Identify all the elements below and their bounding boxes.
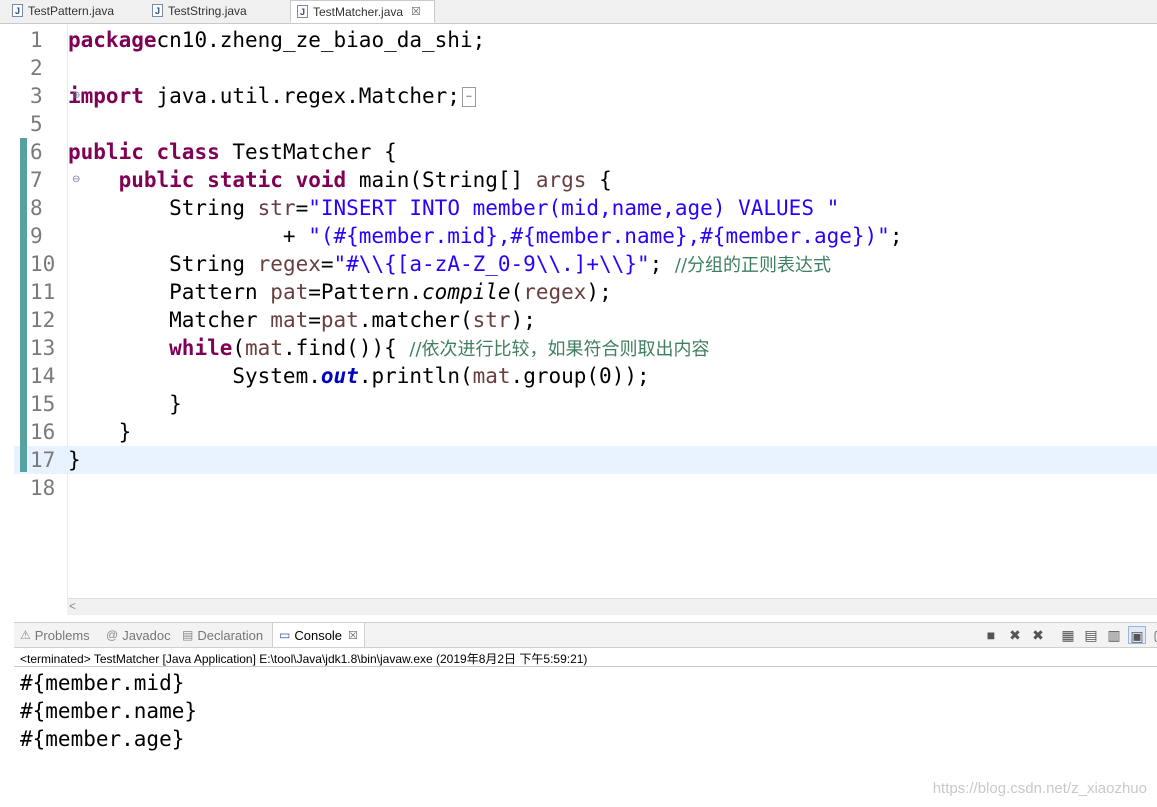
scroll-lock-icon[interactable]: ▤ — [1082, 626, 1100, 644]
terminate-icon[interactable]: ■ — [982, 626, 1000, 644]
line-number: 13 — [30, 336, 56, 360]
scroll-left-icon[interactable]: < — [69, 599, 76, 613]
tab-label: TestPattern.java — [28, 4, 115, 18]
tab-console[interactable]: ▭ Console ☒ — [272, 623, 365, 647]
code-line[interactable]: 18 — [14, 474, 1157, 502]
code-line[interactable]: 17} — [14, 446, 1157, 474]
code-line[interactable]: 16 } — [14, 418, 1157, 446]
code-text: String regex="#\\{[a-zA-Z_0-9\\.]+\\}"; … — [68, 252, 832, 276]
java-file-icon: J — [152, 4, 163, 17]
line-number: 1 — [30, 28, 43, 52]
line-number: 10 — [30, 252, 56, 276]
code-line[interactable]: 14 System.out.println(mat.group(0)); — [14, 362, 1157, 390]
java-file-icon: J — [12, 4, 23, 17]
close-tab-icon[interactable]: ☒ — [411, 5, 421, 18]
line-number: 2 — [30, 56, 43, 80]
tab-testpattern[interactable]: J TestPattern.java — [6, 0, 136, 22]
bottom-panel-tab-bar: ⚠ Problems @ Javadoc ▤ Declaration ▭ Con… — [14, 622, 1157, 648]
line-number: 15 — [30, 392, 56, 416]
line-number: 9 — [30, 224, 43, 248]
code-line[interactable]: 8 String str="INSERT INTO member(mid,nam… — [14, 194, 1157, 222]
console-output-line: #{member.mid} — [20, 671, 185, 695]
line-number: 6 — [30, 140, 43, 164]
line-number: 7 — [30, 168, 43, 192]
code-text: while(mat.find()){ //依次进行比较，如果符合则取出内容 — [169, 336, 710, 360]
console-status: <terminated> TestMatcher [Java Applicati… — [20, 652, 588, 666]
code-line[interactable]: 11 Pattern pat=Pattern.compile(regex); — [14, 278, 1157, 306]
code-line[interactable]: 2 — [14, 54, 1157, 82]
tab-javadoc[interactable]: @ Javadoc — [106, 623, 171, 647]
line-number: 17 — [30, 448, 56, 472]
tab-label: Javadoc — [122, 627, 171, 643]
line-number: 16 — [30, 420, 56, 444]
line-number: 5 — [30, 112, 43, 136]
code-line[interactable]: 15 } — [14, 390, 1157, 418]
code-line[interactable]: 13 while(mat.find()){ //依次进行比较，如果符合则取出内容 — [14, 334, 1157, 362]
line-number: 8 — [30, 196, 43, 220]
code-text: } — [68, 420, 132, 444]
tab-problems[interactable]: ⚠ Problems — [20, 623, 90, 647]
watermark: https://blog.csdn.net/z_xiaozhuo — [932, 780, 1147, 797]
console-icon: ▭ — [279, 628, 291, 642]
code-text: } — [68, 448, 81, 472]
code-line[interactable]: 1 packagecn10.zheng_ze_biao_da_shi; — [14, 26, 1157, 54]
editor-tab-bar: J TestPattern.java J TestString.java J T… — [0, 0, 1157, 24]
code-line[interactable]: 6 public class TestMatcher { — [14, 138, 1157, 166]
code-line[interactable]: 12 Matcher mat=pat.matcher(str); — [14, 306, 1157, 334]
line-number: 11 — [30, 280, 56, 304]
console-output-line: #{member.name} — [20, 699, 198, 723]
tab-teststring[interactable]: J TestString.java — [146, 0, 276, 22]
code-line[interactable]: 5 — [14, 110, 1157, 138]
remove-launch-icon[interactable]: ✖ — [1006, 626, 1024, 644]
line-number: 12 — [30, 308, 56, 332]
code-line[interactable]: 3 import java.util.regex.Matcher;… ⊕ — [14, 82, 1157, 110]
tab-declaration[interactable]: ▤ Declaration — [182, 623, 263, 647]
remove-all-launches-icon[interactable]: ✖ — [1029, 626, 1047, 644]
tab-label: Console — [294, 627, 343, 643]
collapse-fold-icon[interactable]: ⊖ — [72, 174, 80, 185]
tab-label: TestMatcher.java — [313, 4, 404, 19]
collapsed-imports-icon[interactable]: … — [461, 87, 476, 107]
declaration-icon: ▤ — [182, 628, 194, 642]
at-icon: @ — [106, 628, 119, 642]
tab-label: Declaration — [197, 627, 264, 643]
code-text: import java.util.regex.Matcher;… — [68, 82, 476, 110]
horizontal-scrollbar[interactable]: < — [67, 598, 1157, 615]
code-text: } — [68, 392, 182, 416]
code-line[interactable]: 10 String regex="#\\{[a-zA-Z_0-9\\.]+\\}… — [14, 250, 1157, 278]
tab-testmatcher[interactable]: J TestMatcher.java ☒ — [290, 0, 435, 23]
expand-fold-icon[interactable]: ⊕ — [72, 90, 80, 101]
pin-console-icon[interactable]: ▣ — [1128, 626, 1146, 644]
line-number: 3 — [30, 84, 43, 108]
open-console-icon[interactable]: ▢ — [1151, 626, 1157, 644]
line-number: 18 — [30, 476, 56, 500]
java-file-icon: J — [297, 5, 308, 18]
code-text: Pattern pat=Pattern.compile(regex); — [68, 280, 612, 304]
close-tab-icon[interactable]: ☒ — [348, 629, 358, 642]
divider — [14, 666, 1157, 667]
line-number: 14 — [30, 364, 56, 388]
console-output-line: #{member.age} — [20, 727, 185, 751]
code-text: + "(#{member.mid},#{member.name},#{membe… — [68, 224, 903, 248]
word-wrap-icon[interactable]: ▥ — [1105, 626, 1123, 644]
code-text: public static void main(String[] args { — [118, 168, 612, 192]
clear-console-icon[interactable]: ▦ — [1059, 626, 1077, 644]
code-text: packagecn10.zheng_ze_biao_da_shi; — [68, 28, 486, 52]
code-line[interactable]: 9 + "(#{member.mid},#{member.name},#{mem… — [14, 222, 1157, 250]
tab-label: Problems — [34, 627, 90, 643]
code-line[interactable]: 7 public static void main(String[] args … — [14, 166, 1157, 194]
code-text: String str="INSERT INTO member(mid,name,… — [68, 196, 840, 220]
code-text: Matcher mat=pat.matcher(str); — [68, 308, 536, 332]
code-text: System.out.println(mat.group(0)); — [68, 364, 650, 388]
change-marker-bar — [20, 138, 27, 472]
code-text: public class TestMatcher { — [68, 140, 397, 164]
problems-icon: ⚠ — [20, 628, 31, 642]
tab-label: TestString.java — [168, 4, 247, 18]
